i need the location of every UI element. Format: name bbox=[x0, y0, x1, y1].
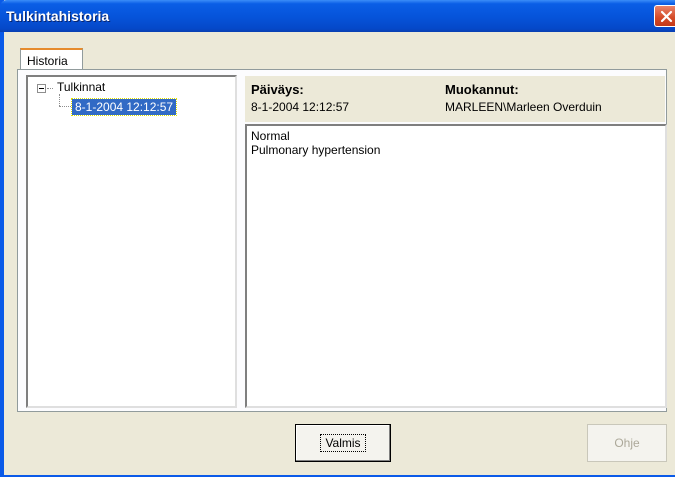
tree-connector bbox=[47, 88, 53, 89]
tab-historia[interactable]: Historia bbox=[20, 48, 83, 70]
details-header: Päiväys: 8-1-2004 12:12:57 Muokannut: MA… bbox=[245, 76, 665, 122]
tree-item-selected[interactable]: 8-1-2004 12:12:57 bbox=[70, 98, 178, 116]
modified-by-label: Muokannut: bbox=[445, 82, 519, 97]
history-tree[interactable]: Tulkinnat 8-1-2004 12:12:57 bbox=[26, 75, 237, 408]
interpretation-line: Pulmonary hypertension bbox=[251, 143, 381, 157]
date-value: 8-1-2004 12:12:57 bbox=[251, 100, 350, 114]
interpretation-text[interactable]: Normal Pulmonary hypertension bbox=[245, 124, 667, 408]
tree-connector bbox=[59, 94, 60, 106]
done-button-label: Valmis bbox=[320, 434, 366, 452]
modified-by-value: MARLEEN\Marleen Overduin bbox=[445, 100, 602, 114]
help-button-label: Ohje bbox=[614, 436, 640, 450]
window-title: Tulkintahistoria bbox=[6, 8, 110, 24]
title-bar[interactable]: Tulkintahistoria bbox=[0, 0, 675, 32]
date-label: Päiväys: bbox=[251, 82, 304, 97]
close-button[interactable] bbox=[654, 5, 675, 27]
collapse-icon[interactable] bbox=[37, 84, 46, 93]
tab-label: Historia bbox=[27, 54, 68, 68]
done-button[interactable]: Valmis bbox=[295, 424, 391, 462]
tree-connector bbox=[59, 106, 71, 107]
help-button[interactable]: Ohje bbox=[587, 424, 667, 462]
close-icon bbox=[660, 10, 673, 23]
interpretation-line: Normal bbox=[251, 129, 290, 143]
tree-root-item[interactable]: Tulkinnat bbox=[57, 80, 105, 94]
